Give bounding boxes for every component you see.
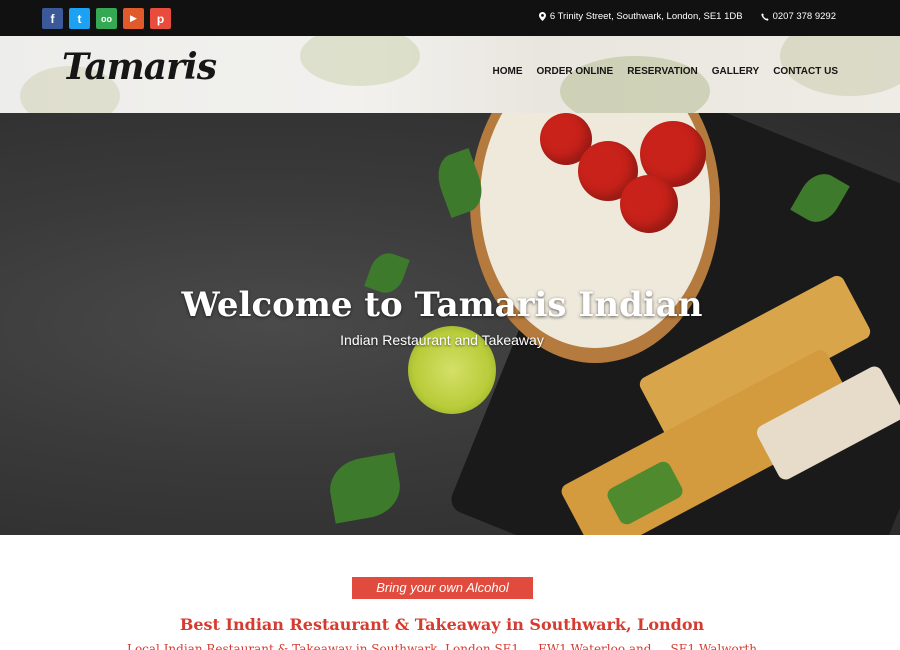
nav-reservation[interactable]: RESERVATION: [627, 66, 698, 77]
hero-subtitle: Indian Restaurant and Takeaway: [340, 332, 544, 348]
site-logo[interactable]: Tamaris: [62, 46, 217, 88]
hero-image-herb: [325, 452, 405, 524]
header-background-leaf: [300, 36, 420, 86]
tripadvisor-icon[interactable]: oo: [96, 8, 117, 29]
twitter-icon[interactable]: t: [69, 8, 90, 29]
section-heading: Best Indian Restaurant & Takeaway in Sou…: [179, 615, 705, 634]
facebook-icon[interactable]: f: [42, 8, 63, 29]
address-text: 6 Trinity Street, Southwark, London, SE1…: [549, 11, 743, 22]
phone-icon: [760, 12, 769, 21]
contact-info: 6 Trinity Street, Southwark, London, SE1…: [538, 11, 836, 22]
address-item: 6 Trinity Street, Southwark, London, SE1…: [538, 11, 743, 22]
phone-item[interactable]: 0207 378 9292: [760, 11, 836, 22]
hero-image-tomato: [620, 175, 678, 233]
hero-title: Welcome to Tamaris Indian: [181, 285, 703, 325]
phone-text: 0207 378 9292: [772, 11, 836, 22]
top-bar: f t oo ▶ p 6 Trinity Street, Southwark, …: [0, 0, 900, 36]
youtube-icon[interactable]: ▶: [123, 8, 144, 29]
intro-text: Local Indian Restaurant & Takeaway in So…: [126, 642, 758, 650]
header-background-leaf: [560, 56, 710, 113]
site-header: Tamaris HOME ORDER ONLINE RESERVATION GA…: [0, 36, 900, 113]
nav-order-online[interactable]: ORDER ONLINE: [537, 66, 614, 77]
hero-banner: Welcome to Tamaris Indian Indian Restaur…: [0, 113, 900, 535]
map-pin-icon: [538, 12, 546, 21]
nav-home[interactable]: HOME: [493, 66, 523, 77]
social-links: f t oo ▶ p: [42, 8, 171, 29]
byo-alcohol-badge: Bring your own Alcohol: [352, 577, 533, 599]
main-nav: HOME ORDER ONLINE RESERVATION GALLERY CO…: [493, 66, 838, 77]
pinterest-icon[interactable]: p: [150, 8, 171, 29]
nav-contact-us[interactable]: CONTACT US: [773, 66, 838, 77]
nav-gallery[interactable]: GALLERY: [712, 66, 759, 77]
